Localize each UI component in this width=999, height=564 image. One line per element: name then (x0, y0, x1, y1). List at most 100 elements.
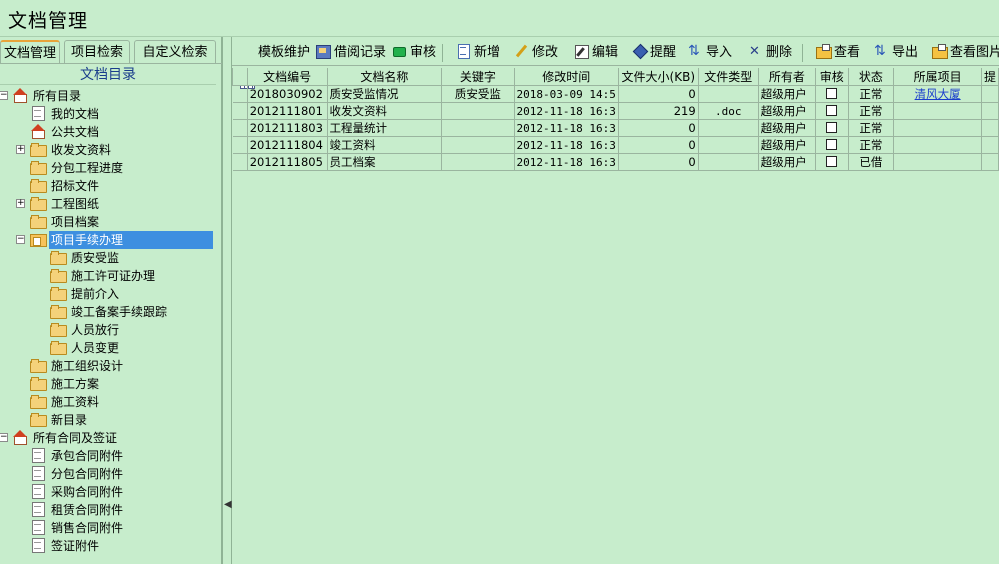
tree-node-project-procedures[interactable]: − 项目手续办理 (16, 231, 216, 249)
import-button[interactable]: 导入 (688, 41, 732, 63)
review-button[interactable]: 审核 (392, 43, 436, 63)
tree-node-project-archive[interactable]: 项目档案 (30, 213, 101, 231)
folder-icon (50, 304, 67, 319)
cell-review (814, 85, 849, 103)
home-icon (12, 88, 28, 103)
cell-doc-name: 质安受监情况 (326, 85, 443, 103)
row-header-corner (232, 68, 248, 86)
tree-node-sales-contract-attachments[interactable]: 销售合同附件 (30, 519, 125, 537)
review-checkbox[interactable] (826, 122, 838, 133)
collapse-icon[interactable]: − (0, 91, 8, 100)
col-header-owner[interactable]: 所有者 (757, 68, 816, 86)
title-bar: 文档管理 (0, 0, 999, 37)
tree-node-main-contract-attachments[interactable]: 承包合同附件 (30, 447, 125, 465)
col-header-status[interactable]: 状态 (847, 68, 895, 86)
home-icon (30, 124, 46, 139)
tree-node-drawings[interactable]: + 工程图纸 (16, 195, 101, 213)
template-maintenance-button[interactable]: 模板维护 (240, 43, 310, 89)
folder-icon (30, 358, 47, 373)
tab-project-search[interactable]: 项目检索 (64, 40, 130, 64)
tree-node-subcontract-attachments[interactable]: 分包合同附件 (30, 465, 125, 483)
col-header-remind[interactable]: 提 (980, 68, 999, 86)
cell-status: 已借 (847, 153, 895, 171)
tree-node-construction-permit[interactable]: 施工许可证办理 (50, 267, 157, 285)
col-header-doc-name[interactable]: 文档名称 (326, 68, 443, 86)
tree-node-staff-release[interactable]: 人员放行 (50, 321, 121, 339)
review-checkbox[interactable] (826, 156, 838, 167)
view-button[interactable]: 查看 (816, 43, 860, 63)
expand-icon[interactable]: + (16, 199, 25, 208)
tree-node-early-involvement[interactable]: 提前介入 (50, 285, 121, 303)
cell-review (814, 102, 849, 120)
cell-doc-id: 2012111801 (246, 102, 328, 120)
add-button[interactable]: 新增 (456, 43, 500, 63)
cell-keyword (441, 153, 515, 171)
review-checkbox[interactable] (826, 105, 838, 116)
view-image-button[interactable]: 查看图片 (932, 43, 999, 63)
tree-node-completion-filing[interactable]: 竣工备案手续跟踪 (50, 303, 169, 321)
cell-file-size: 0 (617, 85, 699, 103)
table-row[interactable]: 2012111801 收发文资料 2012-11-18 16:3 219 .do… (232, 102, 999, 120)
tree-node-my-documents[interactable]: 我的文档 (30, 105, 101, 123)
collapse-left-arrow-icon[interactable]: ◀ (224, 499, 232, 510)
tree-node-quality-supervision[interactable]: 质安受监 (50, 249, 121, 267)
tree-node-subcontract-progress[interactable]: 分包工程进度 (30, 159, 125, 177)
tab-document-management[interactable]: 文档管理 (0, 40, 60, 64)
home-icon (12, 430, 28, 445)
tree-node-construction-organization[interactable]: 施工组织设计 (30, 357, 125, 375)
import-icon (688, 41, 703, 61)
tree-node-purchase-contract-attachments[interactable]: 采购合同附件 (30, 483, 125, 501)
tree-node-new-directory[interactable]: 新目录 (30, 411, 89, 429)
folder-icon (50, 268, 67, 283)
export-button[interactable]: 导出 (874, 41, 918, 63)
cell-status: 正常 (847, 85, 895, 103)
review-checkbox[interactable] (826, 139, 838, 150)
modify-button[interactable]: 修改 (514, 43, 558, 63)
document-icon (30, 448, 46, 463)
col-header-file-type[interactable]: 文件类型 (697, 68, 759, 86)
tree-node-all-contracts[interactable]: − 所有合同及签证 (0, 429, 119, 447)
table-row[interactable]: 2012111805 员工档案 2012-11-18 16:3 0 超级用户 已… (232, 153, 999, 171)
cell-doc-name: 员工档案 (326, 153, 443, 171)
folder-icon (30, 412, 47, 427)
cell-status: 正常 (847, 119, 895, 137)
tree-node-construction-materials[interactable]: 施工资料 (30, 393, 101, 411)
tree-node-correspondence[interactable]: + 收发文资料 (16, 141, 113, 159)
col-header-project[interactable]: 所属项目 (893, 68, 982, 86)
tree-node-all-directories[interactable]: − 所有目录 (0, 87, 83, 105)
delete-button[interactable]: 删除 (748, 42, 792, 63)
cell-owner: 超级用户 (757, 102, 816, 120)
collapse-icon[interactable]: − (16, 235, 25, 244)
green-status-icon (392, 44, 407, 58)
edit-button[interactable]: 编辑 (574, 43, 618, 63)
project-link[interactable]: 清风大厦 (915, 87, 961, 101)
tree-node-tender-files[interactable]: 招标文件 (30, 177, 101, 195)
tree-node-lease-contract-attachments[interactable]: 租赁合同附件 (30, 501, 125, 519)
cell-project (893, 119, 982, 137)
tree-node-visa-attachments[interactable]: 签证附件 (30, 537, 101, 555)
toolbar-separator (802, 44, 803, 62)
expand-icon[interactable]: + (16, 145, 25, 154)
document-icon (30, 538, 46, 553)
tree-node-construction-plan[interactable]: 施工方案 (30, 375, 101, 393)
tree-node-public-documents[interactable]: 公共文档 (30, 123, 101, 141)
table-row[interactable]: 2018030902 质安受监情况 质安受监 2018-03-09 14:5 0… (232, 85, 999, 103)
table-row[interactable]: 2012111803 工程量统计 2012-11-18 16:3 0 超级用户 … (232, 119, 999, 137)
col-header-review[interactable]: 审核 (814, 68, 849, 86)
pane-splitter[interactable]: ◀ (222, 37, 232, 564)
remind-button[interactable]: 提醒 (632, 43, 676, 63)
cell-review (814, 119, 849, 137)
col-header-modified-time[interactable]: 修改时间 (513, 68, 619, 86)
col-header-doc-id[interactable]: 文档编号 (246, 68, 328, 86)
col-header-file-size[interactable]: 文件大小(KB) (617, 68, 699, 86)
tree-node-staff-change[interactable]: 人员变更 (50, 339, 121, 357)
collapse-icon[interactable]: − (0, 433, 8, 442)
col-header-keyword[interactable]: 关键字 (441, 68, 515, 86)
review-checkbox[interactable] (826, 88, 838, 99)
cell-modified-time: 2012-11-18 16:3 (513, 102, 619, 120)
borrow-log-button[interactable]: 借阅记录 (316, 43, 386, 63)
delete-icon (748, 42, 763, 62)
table-row[interactable]: 2012111804 竣工资料 2012-11-18 16:3 0 超级用户 正… (232, 136, 999, 154)
tab-divider (0, 63, 222, 64)
tab-custom-search[interactable]: 自定义检索 (134, 40, 216, 64)
